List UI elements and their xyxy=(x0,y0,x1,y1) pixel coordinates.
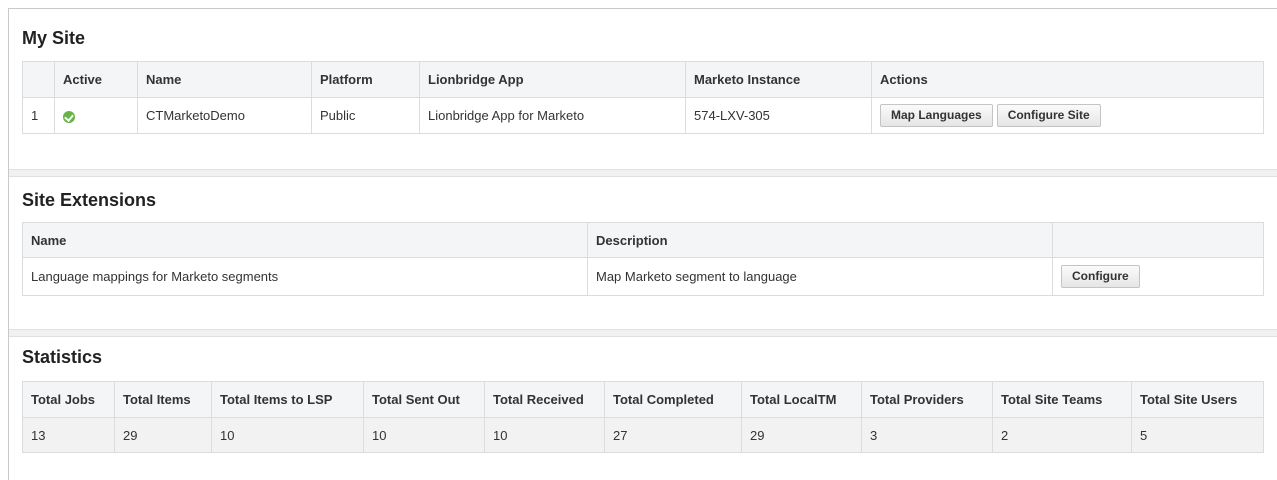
map-languages-button[interactable]: Map Languages xyxy=(880,104,993,127)
row-index: 1 xyxy=(22,97,55,134)
col-header-ext-name: Name xyxy=(22,222,588,258)
col-header-marketo-instance: Marketo Instance xyxy=(685,61,872,98)
col-header-name: Name xyxy=(137,61,312,98)
statistics-panel: Statistics Total Jobs Total Items Total … xyxy=(9,337,1277,480)
stat-providers: 3 xyxy=(861,417,993,453)
stat-received: 10 xyxy=(484,417,605,453)
check-circle-icon xyxy=(63,110,75,123)
extensions-header-row: Name Description xyxy=(22,222,1264,258)
stat-header-total-jobs: Total Jobs xyxy=(22,381,115,418)
configure-site-button[interactable]: Configure Site xyxy=(996,104,1101,127)
site-detail-page: My Site Active Name Platform Lionbridge … xyxy=(8,8,1277,480)
active-cell xyxy=(54,97,138,134)
stat-header-sent-out: Total Sent Out xyxy=(363,381,485,418)
site-name: CTMarketoDemo xyxy=(137,97,312,134)
site-app: Lionbridge App for Marketo xyxy=(419,97,686,134)
section-divider xyxy=(9,329,1277,337)
site-platform: Public xyxy=(311,97,420,134)
stat-localtm: 29 xyxy=(741,417,862,453)
col-header-platform: Platform xyxy=(311,61,420,98)
stat-completed: 27 xyxy=(604,417,742,453)
my-site-panel: My Site Active Name Platform Lionbridge … xyxy=(9,9,1277,169)
stat-site-users: 5 xyxy=(1131,417,1264,453)
col-header-ext-description: Description xyxy=(587,222,1053,258)
stat-site-teams: 2 xyxy=(992,417,1132,453)
statistics-header-row: Total Jobs Total Items Total Items to LS… xyxy=(22,381,1264,418)
table-row: Language mappings for Marketo segments M… xyxy=(22,257,1264,296)
table-row: 1 CTMarketoDemo Public Lionbridge App fo… xyxy=(22,97,1264,134)
extension-action-cell: Configure xyxy=(1052,257,1264,296)
site-instance: 574-LXV-305 xyxy=(685,97,872,134)
site-extensions-panel: Site Extensions Name Description Languag… xyxy=(9,177,1277,329)
stat-total-items: 29 xyxy=(114,417,212,453)
site-extensions-table: Name Description Language mappings for M… xyxy=(22,222,1264,296)
col-header-ext-action xyxy=(1052,222,1264,258)
stat-header-completed: Total Completed xyxy=(604,381,742,418)
stat-header-total-items: Total Items xyxy=(114,381,212,418)
section-divider xyxy=(9,169,1277,177)
extension-name: Language mappings for Marketo segments xyxy=(22,257,588,296)
stat-header-site-teams: Total Site Teams xyxy=(992,381,1132,418)
col-header-lionbridge-app: Lionbridge App xyxy=(419,61,686,98)
stat-header-localtm: Total LocalTM xyxy=(741,381,862,418)
stat-items-to-lsp: 10 xyxy=(211,417,364,453)
stat-header-site-users: Total Site Users xyxy=(1131,381,1264,418)
statistics-table: Total Jobs Total Items Total Items to LS… xyxy=(22,381,1264,453)
stat-header-received: Total Received xyxy=(484,381,605,418)
extension-description: Map Marketo segment to language xyxy=(587,257,1053,296)
actions-cell: Map Languages Configure Site xyxy=(871,97,1264,134)
configure-button[interactable]: Configure xyxy=(1061,265,1140,288)
table-row: 13 29 10 10 10 27 29 3 2 5 xyxy=(22,417,1264,453)
col-header-active: Active xyxy=(54,61,138,98)
col-header-actions: Actions xyxy=(871,61,1264,98)
statistics-title: Statistics xyxy=(22,347,103,367)
my-site-header-row: Active Name Platform Lionbridge App Mark… xyxy=(22,61,1264,98)
my-site-title: My Site xyxy=(22,28,86,48)
stat-header-providers: Total Providers xyxy=(861,381,993,418)
stat-header-items-to-lsp: Total Items to LSP xyxy=(211,381,364,418)
col-header-index xyxy=(22,61,55,98)
stat-total-jobs: 13 xyxy=(22,417,115,453)
site-extensions-title: Site Extensions xyxy=(22,190,157,210)
stat-sent-out: 10 xyxy=(363,417,485,453)
my-site-table: Active Name Platform Lionbridge App Mark… xyxy=(22,61,1264,134)
